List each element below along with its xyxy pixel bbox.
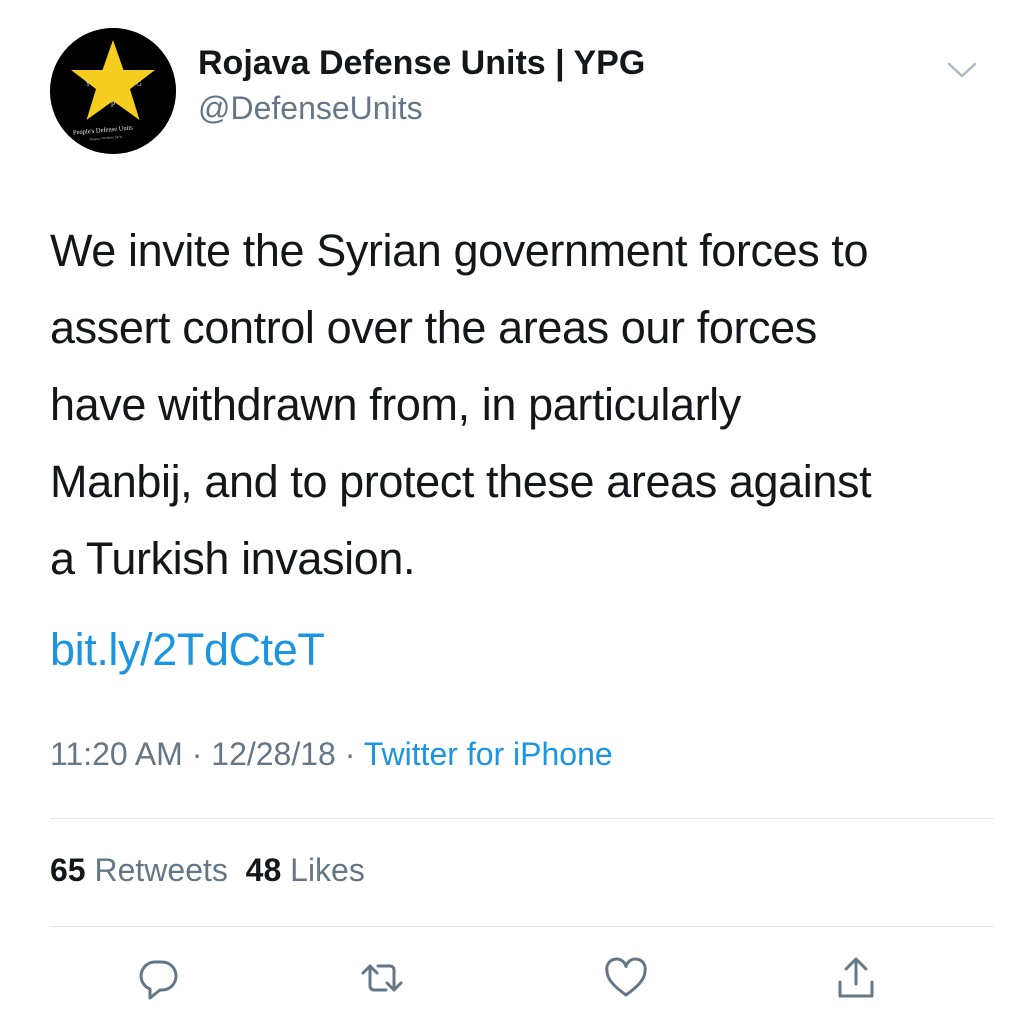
ypg-logo: Y G P People's Defense Units Rojava, Nor…	[50, 28, 176, 154]
avatar-letter-y: Y	[85, 79, 91, 88]
likes-label: Likes	[290, 852, 365, 888]
meta-separator: ·	[191, 736, 203, 772]
divider	[50, 818, 994, 819]
tweet-text-line: have withdrawn from, in particularly	[50, 379, 741, 430]
avatar[interactable]: Y G P People's Defense Units Rojava, Nor…	[50, 28, 176, 154]
tweet-text-line: a Turkish invasion.	[50, 533, 416, 584]
tweet-link[interactable]: bit.ly/2TdCteT	[50, 624, 325, 676]
author-display-name[interactable]: Rojava Defense Units | YPG	[198, 44, 645, 83]
tweet-text-line: Manbij, and to protect these areas again…	[50, 456, 872, 507]
tweet-text: We invite the Syrian government forces t…	[50, 212, 1000, 597]
heart-icon	[605, 957, 647, 997]
retweets-count: 65	[50, 852, 86, 888]
tweet-text-line: We invite the Syrian government forces t…	[50, 225, 869, 276]
likes-stat[interactable]: 48 Likes	[246, 852, 365, 888]
reply-icon	[139, 960, 178, 1000]
tweet-source-link[interactable]: Twitter for iPhone	[364, 736, 613, 772]
share-button[interactable]	[832, 954, 880, 1002]
tweet-stats: 65 Retweets 48 Likes	[50, 852, 365, 889]
avatar-letter-g: G	[136, 79, 142, 88]
tweet-meta: 11:20 AM · 12/28/18 · Twitter for iPhone	[50, 736, 613, 773]
tweet-menu-button[interactable]	[946, 60, 978, 80]
tweet-time: 11:20 AM	[50, 736, 183, 772]
avatar-letter-p: P	[111, 100, 116, 109]
author-handle[interactable]: @DefenseUnits	[198, 90, 423, 127]
reply-button[interactable]	[134, 954, 182, 1002]
tweet-text-line: assert control over the areas our forces	[50, 302, 817, 353]
retweet-button[interactable]	[358, 954, 406, 1002]
share-icon	[838, 957, 874, 998]
retweets-stat[interactable]: 65 Retweets	[50, 852, 228, 888]
like-button[interactable]	[602, 954, 650, 1002]
likes-count: 48	[245, 852, 282, 888]
divider	[50, 926, 994, 927]
chevron-down-icon	[947, 62, 977, 78]
tweet-date: 12/28/18	[211, 736, 336, 772]
retweet-icon	[361, 964, 403, 992]
meta-separator: ·	[344, 736, 356, 772]
retweets-label: Retweets	[94, 852, 228, 888]
